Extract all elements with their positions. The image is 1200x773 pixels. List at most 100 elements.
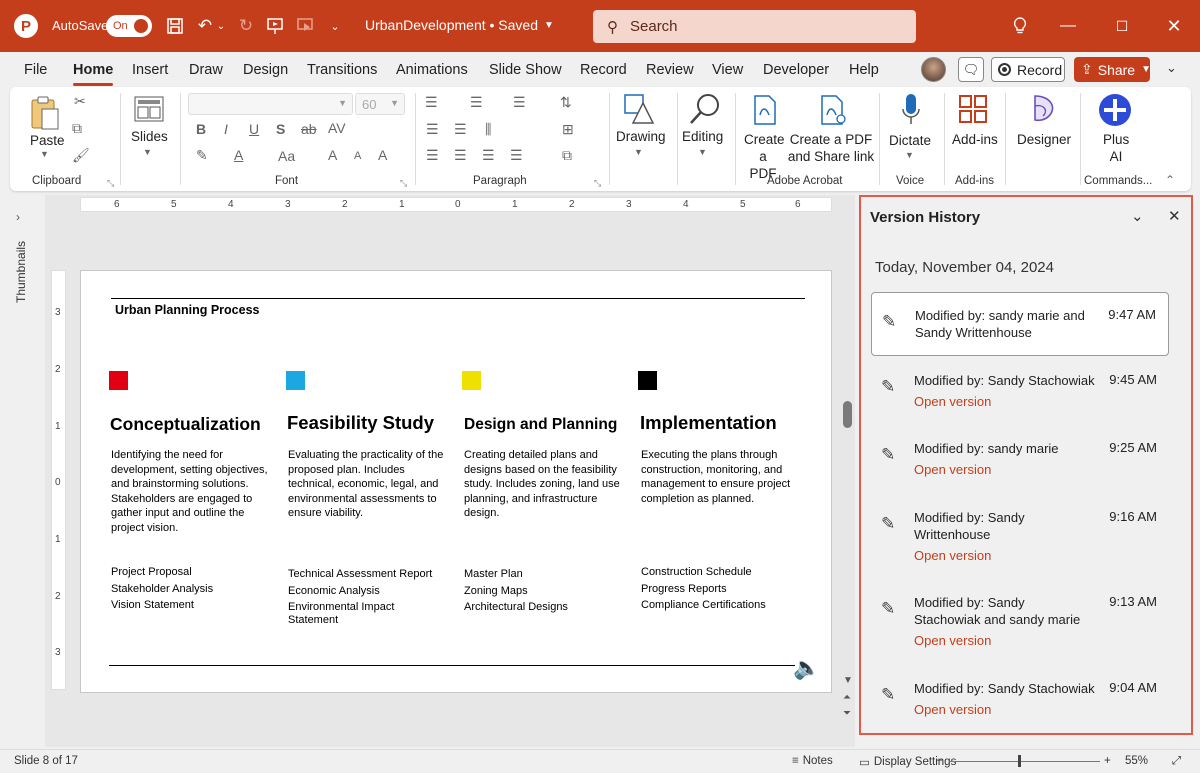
tab-animations[interactable]: Animations [396,62,468,78]
close-window-icon[interactable]: ✕ [1159,12,1189,40]
smartart-icon[interactable]: ⧉ [562,147,572,164]
version-entry[interactable]: ✎ Modified by: sandy marie and Sandy Wri… [871,292,1169,356]
underline-icon[interactable]: U [249,121,259,137]
highlighter-icon[interactable]: ✎ [196,147,208,164]
paste-icon[interactable] [30,95,60,134]
tab-help[interactable]: Help [849,62,879,78]
record-button[interactable]: Record [991,57,1065,82]
deliverables-list[interactable]: Project Proposal Stakeholder Analysis Vi… [111,564,271,614]
new-slide-icon[interactable] [134,96,164,125]
previous-slide-icon[interactable]: ⏶ [843,692,851,703]
justify-icon[interactable]: ☰ [510,147,523,164]
open-version-link[interactable]: Open version [914,462,991,477]
column-heading[interactable]: Implementation [640,412,777,434]
open-version-link[interactable]: Open version [914,548,991,563]
version-entry[interactable]: ✎ Modified by: Sandy Writtenhouse 9:16 A… [871,506,1169,570]
character-spacing-icon[interactable]: AV [328,120,346,136]
notes-button[interactable]: ≡ Notes [792,755,833,767]
align-text-icon[interactable]: ⊞ [562,121,574,138]
autosave-toggle[interactable]: On [106,15,152,37]
center-icon[interactable]: ☰ [454,147,467,164]
column-body[interactable]: Creating detailed plans and designs base… [464,448,624,521]
chevron-down-icon[interactable]: ▼ [905,150,914,160]
column-heading[interactable]: Feasibility Study [287,412,434,434]
zoom-slider-track[interactable] [950,761,1100,762]
chevron-down-icon[interactable]: ▼ [40,149,49,159]
dialog-launcher-icon[interactable]: ⤡ [400,178,407,189]
slide-title[interactable]: Urban Planning Process [115,303,259,317]
save-icon[interactable] [163,14,187,38]
align-right-icon[interactable]: ☰ [482,147,495,164]
cut-icon[interactable]: ✂ [74,93,86,110]
create-pdf-share-label[interactable]: Create a PDF and Share link [786,131,876,165]
increase-indent-icon[interactable]: ☰ [454,121,467,138]
drawing-label[interactable]: Drawing [616,128,666,145]
column-body[interactable]: Evaluating the practicality of the propo… [288,448,448,521]
deliverables-list[interactable]: Technical Assessment Report Economic Ana… [288,566,448,627]
italic-icon[interactable]: I [224,121,228,137]
undo-dropdown-icon[interactable]: ⌄ [214,14,228,38]
create-pdf-icon[interactable] [753,95,777,128]
avatar[interactable] [921,57,946,82]
customize-toolbar-icon[interactable]: ⌄ [323,14,347,38]
plus-ai-label[interactable]: Plus AI [1103,131,1129,165]
align-left-icon[interactable]: ☰ [426,147,439,164]
addins-icon[interactable] [958,94,988,127]
minimize-icon[interactable]: — [1053,12,1083,40]
chevron-down-icon[interactable]: ⌄ [1166,60,1177,76]
change-case-icon[interactable]: Aa [278,148,295,164]
open-version-link[interactable]: Open version [914,394,991,409]
chevron-down-icon[interactable]: ▼ [634,147,643,157]
share-button[interactable]: ⇪ Share ▼ [1074,57,1151,82]
lightbulb-icon[interactable] [1005,12,1035,40]
search-box[interactable]: ⚲ Search [593,10,916,43]
version-entry[interactable]: ✎ Modified by: Sandy Stachowiak 9:45 AM … [871,369,1169,419]
column-body[interactable]: Identifying the need for development, se… [111,448,271,535]
editing-label[interactable]: Editing [682,128,723,145]
tab-developer[interactable]: Developer [763,62,829,78]
thumbnails-label[interactable]: Thumbnails [14,241,28,303]
open-version-link[interactable]: Open version [914,633,991,648]
zoom-slider-thumb[interactable] [1018,755,1021,767]
dialog-launcher-icon[interactable]: ⤡ [594,178,601,189]
magnifier-icon[interactable] [688,92,722,129]
numbering-icon[interactable]: ☰ [470,94,483,111]
version-entry[interactable]: ✎ Modified by: sandy marie 9:25 AM Open … [871,437,1169,487]
column-heading[interactable]: Design and Planning [464,416,617,434]
designer-label[interactable]: Designer [1017,131,1071,148]
version-entry[interactable]: ✎ Modified by: Sandy Stachowiak and sand… [871,591,1169,655]
tab-design[interactable]: Design [243,62,288,78]
decrease-font-size-icon[interactable]: A [354,150,361,162]
speaker-icon[interactable]: 🔈 [793,655,820,681]
font-color-icon[interactable]: A [234,147,243,163]
close-icon[interactable]: ✕ [1168,207,1181,225]
addins-label[interactable]: Add-ins [952,131,998,148]
tab-slide-show[interactable]: Slide Show [489,62,562,78]
document-title[interactable]: UrbanDevelopment • Saved ▼ [365,17,554,33]
shadow-icon[interactable]: S [276,121,285,137]
microphone-icon[interactable] [901,93,921,130]
clear-formatting-icon[interactable]: A [378,147,387,163]
dictate-label[interactable]: Dictate [889,132,931,149]
scroll-down-icon[interactable]: ▼ [843,675,853,686]
columns-icon[interactable]: ⫼ [485,121,491,138]
tab-transitions[interactable]: Transitions [307,62,377,78]
paste-label[interactable]: Paste [30,132,65,149]
drawing-shapes-icon[interactable] [623,93,655,128]
present-from-start-icon[interactable] [263,14,287,38]
tab-record[interactable]: Record [580,62,627,78]
fit-to-window-icon[interactable]: ⤢ [1172,755,1181,768]
zoom-in-icon[interactable]: + [1104,755,1111,767]
increase-font-size-icon[interactable]: A [328,147,337,163]
copy-icon[interactable]: ⧉ [72,120,82,137]
strikethrough-icon[interactable]: ab [301,121,317,137]
chevron-down-icon[interactable]: ⌄ [1131,207,1144,225]
line-spacing-icon[interactable]: ☰ [513,94,526,111]
open-version-link[interactable]: Open version [914,702,991,717]
column-heading[interactable]: Conceptualization [110,414,261,435]
chevron-down-icon[interactable]: ▼ [698,147,707,157]
maximize-icon[interactable]: ☐ [1107,12,1137,40]
collapse-ribbon-icon[interactable]: ⌃ [1165,173,1175,187]
version-entry[interactable]: ✎ Modified by: Sandy Stachowiak 9:04 AM … [871,677,1169,727]
next-slide-icon[interactable]: ⏷ [843,708,851,719]
